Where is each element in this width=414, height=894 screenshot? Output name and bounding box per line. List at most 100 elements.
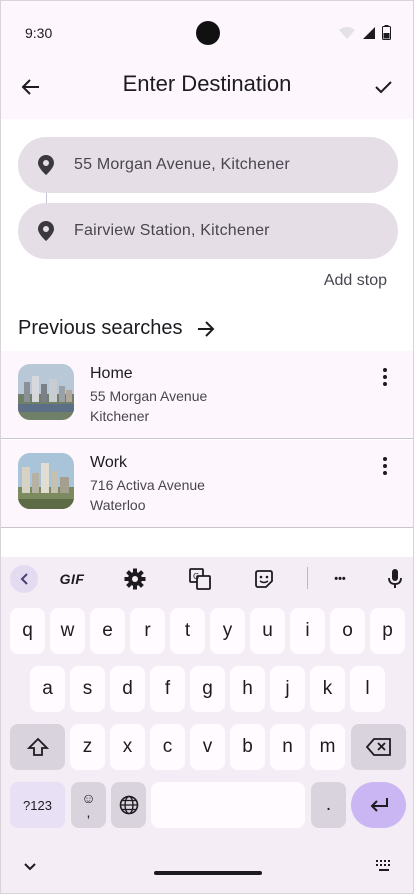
collapse-toolbar-button[interactable]	[10, 565, 38, 593]
key-o[interactable]: o	[330, 608, 365, 654]
keyboard: GIF G ••• q w e r t y u i o p a s d f g …	[1, 557, 413, 893]
destination-field[interactable]: Fairview Station, Kitchener	[18, 203, 398, 259]
page-title: Enter Destination	[122, 71, 292, 96]
origin-field[interactable]: 55 Morgan Avenue, Kitchener	[18, 137, 398, 193]
more-vert-icon	[383, 368, 387, 386]
list-item[interactable]: Work 716 Activa Avenue Waterloo	[1, 440, 413, 528]
key-a[interactable]: a	[30, 666, 65, 712]
battery-icon	[382, 25, 391, 40]
gesture-handle[interactable]	[154, 871, 262, 875]
chevron-down-icon	[24, 863, 36, 871]
settings-button[interactable]	[123, 565, 147, 593]
key-c[interactable]: c	[150, 724, 185, 770]
microphone-icon	[388, 569, 402, 588]
emoji-icon: ☺	[81, 790, 96, 806]
content-area: 55 Morgan Avenue, Kitchener Fairview Sta…	[1, 119, 413, 557]
key-s[interactable]: s	[70, 666, 105, 712]
sticker-icon	[255, 570, 273, 588]
voice-input-button[interactable]	[383, 565, 407, 593]
item-name: Home	[90, 365, 133, 382]
confirm-button[interactable]	[369, 73, 397, 101]
key-v[interactable]: v	[190, 724, 225, 770]
key-m[interactable]: m	[310, 724, 345, 770]
item-city: Kitchener	[90, 408, 150, 424]
emoji-comma-key[interactable]: ☺ ,	[71, 782, 106, 828]
item-street: 55 Morgan Avenue	[90, 388, 208, 404]
key-h[interactable]: h	[230, 666, 265, 712]
key-p[interactable]: p	[370, 608, 405, 654]
key-i[interactable]: i	[290, 608, 325, 654]
status-time: 9:30	[25, 25, 53, 41]
gif-button[interactable]: GIF	[58, 565, 86, 593]
key-f[interactable]: f	[150, 666, 185, 712]
location-pin-icon	[38, 155, 54, 175]
key-e[interactable]: e	[90, 608, 125, 654]
period-key[interactable]: .	[311, 782, 346, 828]
key-z[interactable]: z	[70, 724, 105, 770]
keyboard-toolbar: GIF G •••	[1, 557, 413, 601]
origin-value: 55 Morgan Avenue, Kitchener	[74, 156, 290, 173]
key-x[interactable]: x	[110, 724, 145, 770]
key-q[interactable]: q	[10, 608, 45, 654]
key-y[interactable]: y	[210, 608, 245, 654]
shift-key[interactable]	[10, 724, 65, 770]
item-name: Work	[90, 454, 128, 471]
home-thumbnail	[18, 364, 74, 420]
sticker-button[interactable]	[252, 565, 276, 593]
item-city: Waterloo	[90, 497, 146, 513]
wifi-icon	[339, 26, 355, 39]
key-b[interactable]: b	[230, 724, 265, 770]
symbols-key[interactable]: ?123	[10, 782, 65, 828]
key-t[interactable]: t	[170, 608, 205, 654]
phone-screen: 9:30 Enter Destination 55 Morgan Avenue,…	[0, 0, 414, 894]
item-street: 716 Activa Avenue	[90, 477, 205, 493]
key-g[interactable]: g	[190, 666, 225, 712]
arrow-right-icon	[197, 320, 214, 337]
language-key[interactable]	[111, 782, 146, 828]
signal-icon	[363, 26, 375, 39]
hide-keyboard-button[interactable]	[23, 859, 37, 877]
translate-button[interactable]: G	[188, 565, 212, 593]
shift-icon	[26, 737, 49, 756]
system-nav-bar	[1, 847, 413, 893]
add-stop-button[interactable]: Add stop	[324, 272, 387, 290]
key-r[interactable]: r	[130, 608, 165, 654]
translate-icon: G	[189, 568, 211, 590]
more-vert-icon	[383, 457, 387, 475]
backspace-icon	[365, 738, 391, 756]
keyboard-icon	[376, 860, 390, 871]
work-thumbnail	[18, 453, 74, 509]
globe-icon	[119, 795, 138, 815]
key-u[interactable]: u	[250, 608, 285, 654]
key-w[interactable]: w	[50, 608, 85, 654]
key-n[interactable]: n	[270, 724, 305, 770]
enter-key[interactable]	[351, 782, 406, 828]
status-icons	[338, 25, 391, 40]
destination-value: Fairview Station, Kitchener	[74, 222, 270, 239]
location-pin-icon	[38, 221, 54, 241]
backspace-key[interactable]	[351, 724, 406, 770]
more-options-button[interactable]	[373, 454, 397, 478]
toolbar-divider	[307, 567, 308, 589]
more-options-button[interactable]	[373, 365, 397, 389]
previous-searches-title: Previous searches	[18, 317, 183, 339]
key-l[interactable]: l	[350, 666, 385, 712]
gear-icon	[124, 568, 146, 590]
space-key[interactable]	[151, 782, 305, 828]
enter-icon	[370, 798, 388, 812]
more-tools-button[interactable]: •••	[328, 565, 352, 593]
list-item[interactable]: Home 55 Morgan Avenue Kitchener	[1, 351, 413, 439]
route-connector	[46, 193, 47, 203]
key-j[interactable]: j	[270, 666, 305, 712]
comma-label: ,	[86, 804, 91, 820]
chevron-left-icon	[20, 573, 28, 585]
check-icon	[375, 81, 392, 94]
key-d[interactable]: d	[110, 666, 145, 712]
keyboard-switch-button[interactable]	[375, 859, 393, 878]
camera-cutout	[196, 21, 220, 45]
svg-text:G: G	[193, 572, 199, 581]
previous-searches-header[interactable]: Previous searches	[18, 317, 215, 340]
app-bar: Enter Destination	[1, 63, 413, 119]
status-bar: 9:30	[1, 1, 413, 63]
key-k[interactable]: k	[310, 666, 345, 712]
